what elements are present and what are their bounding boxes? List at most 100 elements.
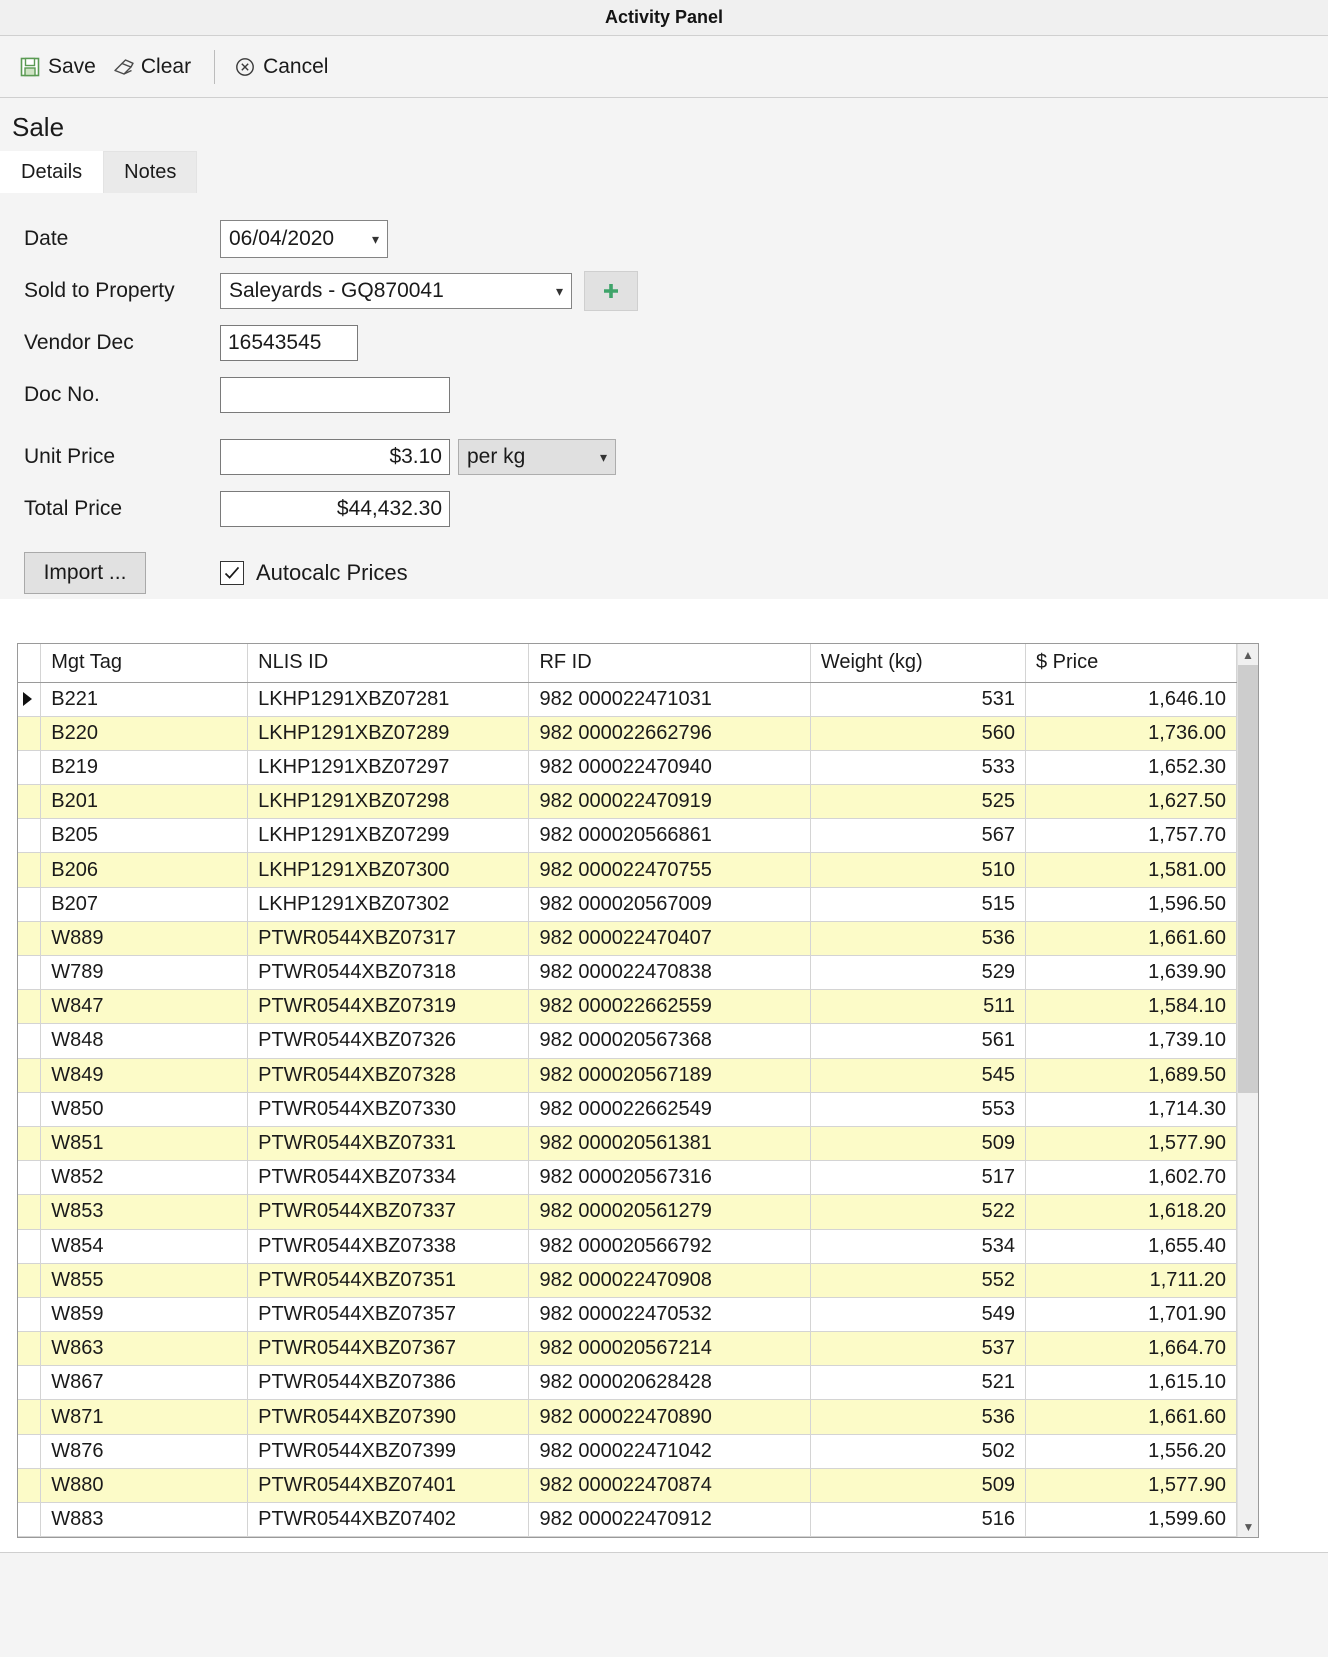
cell-rf-id[interactable]: 982 000022470532 [528,1297,811,1333]
tab-notes[interactable]: Notes [103,151,198,193]
cell-mgt-tag[interactable]: B207 [40,887,249,922]
cell-price[interactable]: 1,664.70 [1025,1331,1238,1367]
cell-nlis-id[interactable]: PTWR0544XBZ07334 [247,1160,530,1196]
cell-weight[interactable]: 549 [810,1297,1026,1333]
cell-rf-id[interactable]: 982 000022470908 [528,1263,811,1298]
cell-price[interactable]: 1,556.20 [1025,1434,1238,1469]
date-picker[interactable]: 06/04/2020 ▾ [220,220,388,258]
table-row[interactable]: W880 PTWR0544XBZ07401 982 000022470874 509 1… [18,1468,1238,1504]
cell-mgt-tag[interactable]: W850 [40,1092,249,1127]
cell-weight[interactable]: 509 [810,1468,1026,1504]
cell-nlis-id[interactable]: PTWR0544XBZ07318 [247,955,530,991]
scroll-down-arrow-icon[interactable]: ▼ [1238,1516,1258,1537]
cell-rf-id[interactable]: 982 000020567214 [528,1331,811,1367]
table-row[interactable]: W848 PTWR0544XBZ07326 982 000020567368 561 1… [18,1023,1238,1059]
row-indicator-cell[interactable] [18,1468,42,1504]
cell-mgt-tag[interactable]: W889 [40,921,249,957]
cell-nlis-id[interactable]: LKHP1291XBZ07299 [247,818,530,854]
doc-no-input[interactable] [220,377,450,413]
cell-price[interactable]: 1,736.00 [1025,716,1238,751]
unit-price-basis-select[interactable]: per kg ▾ [458,439,616,475]
row-indicator-cell[interactable] [18,1058,42,1093]
table-row[interactable]: W854 PTWR0544XBZ07338 982 000020566792 534 1… [18,1229,1238,1264]
cell-price[interactable]: 1,655.40 [1025,1229,1238,1264]
row-indicator-cell[interactable] [18,1160,42,1196]
cell-nlis-id[interactable]: PTWR0544XBZ07367 [247,1331,530,1367]
row-indicator-cell[interactable] [18,955,42,991]
cell-nlis-id[interactable]: PTWR0544XBZ07402 [247,1502,530,1537]
cell-price[interactable]: 1,577.90 [1025,1468,1238,1504]
cell-nlis-id[interactable]: LKHP1291XBZ07302 [247,887,530,922]
add-property-button[interactable] [584,271,638,311]
table-row[interactable]: W889 PTWR0544XBZ07317 982 000022470407 536 1… [18,921,1238,957]
cell-price[interactable]: 1,581.00 [1025,852,1238,888]
scrollbar-thumb[interactable] [1238,665,1258,1093]
cell-mgt-tag[interactable]: W863 [40,1331,249,1367]
cell-price[interactable]: 1,661.60 [1025,1399,1238,1435]
cell-weight[interactable]: 516 [810,1502,1026,1537]
table-row[interactable]: W867 PTWR0544XBZ07386 982 000020628428 521 1… [18,1365,1238,1401]
row-indicator-cell[interactable] [18,1229,42,1264]
cell-mgt-tag[interactable]: B201 [40,784,249,820]
cell-weight[interactable]: 522 [810,1194,1026,1230]
cell-nlis-id[interactable]: PTWR0544XBZ07357 [247,1297,530,1333]
row-indicator-cell[interactable] [18,1263,42,1298]
row-indicator-cell[interactable] [18,1365,42,1401]
vendor-dec-input[interactable]: 16543545 [220,325,358,361]
cell-price[interactable]: 1,714.30 [1025,1092,1238,1127]
cell-rf-id[interactable]: 982 000020567316 [528,1160,811,1196]
cell-price[interactable]: 1,646.10 [1025,682,1238,717]
autocalc-prices-checkbox-row[interactable]: Autocalc Prices [220,560,408,586]
cell-nlis-id[interactable]: PTWR0544XBZ07351 [247,1263,530,1298]
row-indicator-cell[interactable] [18,818,42,854]
cell-price[interactable]: 1,599.60 [1025,1502,1238,1537]
cancel-button[interactable]: Cancel [229,50,337,84]
cell-weight[interactable]: 510 [810,852,1026,888]
cell-mgt-tag[interactable]: W853 [40,1194,249,1230]
cell-mgt-tag[interactable]: W871 [40,1399,249,1435]
cell-mgt-tag[interactable]: W859 [40,1297,249,1333]
cell-rf-id[interactable]: 982 000022662549 [528,1092,811,1127]
cell-rf-id[interactable]: 982 000022470912 [528,1502,811,1537]
row-indicator-cell[interactable] [18,784,42,820]
cell-price[interactable]: 1,757.70 [1025,818,1238,854]
cell-nlis-id[interactable]: LKHP1291XBZ07297 [247,750,530,786]
cell-weight[interactable]: 545 [810,1058,1026,1093]
cell-rf-id[interactable]: 982 000022470940 [528,750,811,786]
table-row[interactable]: W871 PTWR0544XBZ07390 982 000022470890 536 1… [18,1399,1238,1435]
cell-mgt-tag[interactable]: W855 [40,1263,249,1298]
cell-nlis-id[interactable]: PTWR0544XBZ07337 [247,1194,530,1230]
row-indicator-cell[interactable] [18,1092,42,1127]
cell-weight[interactable]: 529 [810,955,1026,991]
cell-weight[interactable]: 533 [810,750,1026,786]
column-header-rf-id[interactable]: RF ID [528,644,811,683]
row-indicator-cell[interactable] [18,1399,42,1435]
cell-weight[interactable]: 567 [810,818,1026,854]
cell-rf-id[interactable]: 982 000022470755 [528,852,811,888]
column-header-weight[interactable]: Weight (kg) [810,644,1026,683]
row-indicator-cell[interactable] [18,1434,42,1469]
cell-weight[interactable]: 502 [810,1434,1026,1469]
cell-price[interactable]: 1,615.10 [1025,1365,1238,1401]
cell-rf-id[interactable]: 982 000020566861 [528,818,811,854]
table-row[interactable]: B206 LKHP1291XBZ07300 982 000022470755 510 1… [18,852,1238,888]
row-indicator-cell[interactable] [18,1023,42,1059]
cell-nlis-id[interactable]: PTWR0544XBZ07399 [247,1434,530,1469]
cell-nlis-id[interactable]: LKHP1291XBZ07298 [247,784,530,820]
cell-weight[interactable]: 537 [810,1331,1026,1367]
row-indicator-cell[interactable] [18,887,42,922]
cell-price[interactable]: 1,596.50 [1025,887,1238,922]
cell-mgt-tag[interactable]: W854 [40,1229,249,1264]
cell-nlis-id[interactable]: PTWR0544XBZ07386 [247,1365,530,1401]
cell-weight[interactable]: 536 [810,921,1026,957]
cell-mgt-tag[interactable]: W876 [40,1434,249,1469]
cell-weight[interactable]: 511 [810,989,1026,1025]
cell-rf-id[interactable]: 982 000022470407 [528,921,811,957]
cell-nlis-id[interactable]: PTWR0544XBZ07319 [247,989,530,1025]
table-row[interactable]: W852 PTWR0544XBZ07334 982 000020567316 517 1… [18,1160,1238,1196]
cell-price[interactable]: 1,618.20 [1025,1194,1238,1230]
row-indicator-cell[interactable] [18,921,42,957]
clear-button[interactable]: Clear [107,50,200,84]
cell-rf-id[interactable]: 982 000020628428 [528,1365,811,1401]
table-row[interactable]: B220 LKHP1291XBZ07289 982 000022662796 560 1… [18,716,1238,751]
